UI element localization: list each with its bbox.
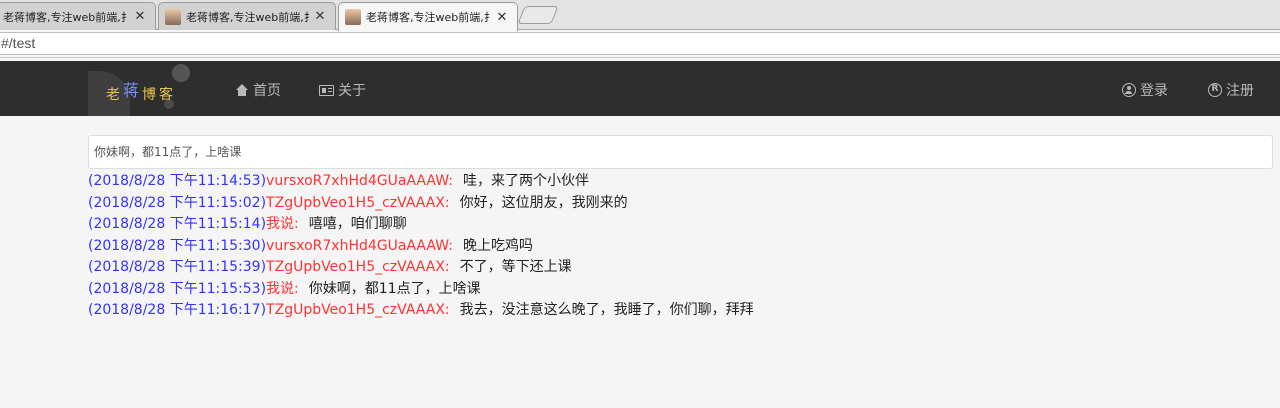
chat-message: (2018/8/28 下午11:15:39)TZgUpbVeo1H5_czVAA… [88,257,1088,279]
message-time: (2018/8/28 下午11:15:02) [88,194,267,211]
message-text: 你好，这位朋友，我刚来的 [459,194,628,211]
site-navbar: 老蒋博客 首页 关于 登录 R 注册 [0,61,1280,116]
tab-title: 老蒋博客,专注web前端,扌 [366,11,491,24]
message-text: 晚上吃鸡吗 [462,237,533,254]
nav-home-link[interactable]: 首页 [235,80,281,100]
message-time: (2018/8/28 下午11:16:17) [88,302,267,318]
register-label: 注册 [1226,83,1254,99]
logo-text-part3: 博客 [142,87,177,103]
login-link[interactable]: 登录 [1122,80,1168,100]
message-time: (2018/8/28 下午11:15:30) [88,237,267,254]
new-tab-button[interactable] [517,6,559,24]
chat-log: (2018/8/28 下午11:14:53)vursxoR7xhHd4GUaAA… [88,171,1088,322]
favicon-icon [165,8,181,25]
message-sender: TZgUpbVeo1H5_czVAAAX: [266,302,450,318]
message-text: 嘻嘻，咱们聊聊 [308,216,407,232]
register-link[interactable]: R 注册 [1208,80,1254,100]
tab-title: 老蒋博客,专注web前端,扌 [3,10,129,24]
site-logo[interactable]: 老蒋博客 [88,61,198,116]
id-card-icon [319,84,334,96]
nav-about-label: 关于 [338,83,366,99]
registered-icon: R [1208,83,1222,97]
chat-message: (2018/8/28 下午11:15:30)vursxoR7xhHd4GUaAA… [88,236,1088,258]
url-input[interactable]: #/test [0,32,1280,55]
chat-message: (2018/8/28 下午11:15:02)TZgUpbVeo1H5_czVAA… [88,193,1088,215]
home-icon [235,84,249,96]
message-text: 不了，等下还上课 [459,259,572,275]
chat-message: (2018/8/28 下午11:16:17)TZgUpbVeo1H5_czVAA… [88,300,1088,322]
chat-message: (2018/8/28 下午11:15:14)我说: 嘻嘻，咱们聊聊 [88,214,1088,236]
login-label: 登录 [1140,83,1168,99]
message-sender: 我说: [266,280,299,297]
message-sender: 我说: [266,216,299,232]
chat-message: (2018/8/28 下午11:14:53)vursxoR7xhHd4GUaAA… [88,171,1088,193]
message-time: (2018/8/28 下午11:15:14) [88,216,267,232]
chat-message: (2018/8/28 下午11:15:53)我说: 你妹啊，都11点了，上啥课 [88,279,1088,301]
browser-tab-3-active[interactable]: 老蒋博客,专注web前端,扌 ✕ [338,2,518,31]
message-sender: vursxoR7xhHd4GUaAAAW: [266,173,453,189]
close-tab-icon[interactable]: ✕ [495,10,509,25]
logo-text-part2: 蒋 [123,81,143,100]
nav-about-link[interactable]: 关于 [319,80,366,100]
message-text: 我去，没注意这么晚了，我睡了，你们聊，拜拜 [459,302,754,318]
message-text: 哇，来了两个小伙伴 [462,173,589,189]
browser-tab-2[interactable]: 老蒋博客,专注web前端,扌 ✕ [158,2,336,30]
message-text: 你妹啊，都11点了，上啥课 [308,280,481,297]
browser-tab-1[interactable]: 老蒋博客,专注web前端,扌 ✕ [0,2,156,30]
message-input[interactable]: 你妹啊，都11点了，上啥课 [88,135,1273,169]
tab-title: 老蒋博客,专注web前端,扌 [186,10,309,24]
message-time: (2018/8/28 下午11:15:53) [88,280,267,297]
message-time: (2018/8/28 下午11:15:39) [88,259,267,275]
address-bar: #/test [0,30,1280,58]
close-tab-icon[interactable]: ✕ [133,9,147,24]
browser-tab-strip: 老蒋博客,专注web前端,扌 ✕ 老蒋博客,专注web前端,扌 ✕ 老蒋博客,专… [0,0,1280,31]
favicon-icon [345,9,361,25]
message-sender: vursxoR7xhHd4GUaAAAW: [266,237,453,254]
logo-text-part1: 老 [106,87,123,103]
message-sender: TZgUpbVeo1H5_czVAAAX: [266,194,450,211]
user-circle-icon [1122,83,1136,97]
message-time: (2018/8/28 下午11:14:53) [88,173,267,189]
logo-text: 老蒋博客 [106,80,176,104]
message-sender: TZgUpbVeo1H5_czVAAAX: [266,259,450,275]
close-tab-icon[interactable]: ✕ [313,9,327,24]
nav-home-label: 首页 [253,83,281,99]
